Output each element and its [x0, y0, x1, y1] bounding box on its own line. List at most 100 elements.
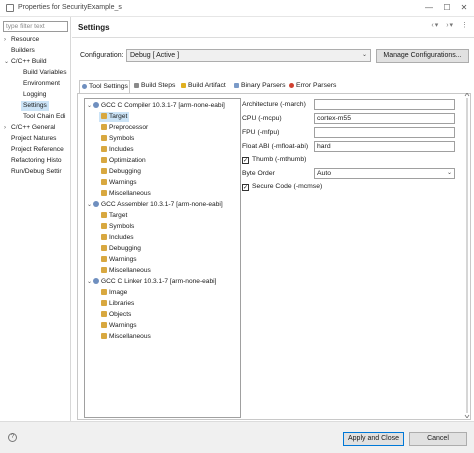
- tab-binary-parsers[interactable]: Binary Parsers: [232, 80, 286, 93]
- manage-configurations-button[interactable]: Manage Configurations...: [376, 49, 469, 63]
- more-options-icon[interactable]: ⋮: [461, 22, 468, 29]
- scroll-up-icon[interactable]: [464, 93, 470, 97]
- tree-item-label: Miscellaneous: [109, 267, 151, 274]
- back-menu-icon[interactable]: ▾: [435, 22, 439, 29]
- nav-item-environment[interactable]: Environment: [23, 79, 70, 89]
- secure-code-option[interactable]: ✓ Secure Code (-mcmse): [242, 183, 322, 191]
- option-category-icon: [101, 333, 107, 339]
- tree-item-linker-miscellaneous[interactable]: Miscellaneous: [101, 332, 151, 342]
- cancel-button[interactable]: Cancel: [409, 432, 467, 446]
- nav-item-resource[interactable]: › Resource: [4, 35, 70, 45]
- thumb-checkbox[interactable]: ✓: [242, 157, 249, 164]
- forward-icon[interactable]: ›: [446, 22, 448, 29]
- tree-item-label: Warnings: [109, 256, 137, 263]
- back-icon[interactable]: ‹: [431, 22, 433, 29]
- option-category-icon: [101, 168, 107, 174]
- tree-item-linker-image[interactable]: Image: [101, 288, 127, 298]
- tree-item-assembler-miscellaneous[interactable]: Miscellaneous: [101, 266, 151, 276]
- scrollbar-track[interactable]: [466, 98, 468, 413]
- fpu-field[interactable]: [314, 127, 455, 138]
- chevron-down-icon[interactable]: ⌄: [87, 277, 93, 287]
- tree-group-assembler[interactable]: ⌄ GCC Assembler 10.3.1-7 [arm-none-eabi]: [87, 200, 223, 210]
- tree-item-assembler-symbols[interactable]: Symbols: [101, 222, 134, 232]
- nav-item-cpp-build[interactable]: ⌄ C/C++ Build: [4, 57, 70, 67]
- tool-icon: [93, 278, 99, 284]
- nav-item-builders[interactable]: Builders: [4, 46, 70, 56]
- tab-label: Error Parsers: [296, 82, 337, 89]
- chevron-down-icon[interactable]: ⌄: [87, 200, 93, 210]
- tree-item-compiler-preprocessor[interactable]: Preprocessor: [101, 123, 148, 133]
- nav-item-run-debug-settings[interactable]: Run/Debug Settir: [4, 167, 70, 177]
- byte-order-select[interactable]: Auto ⌄: [314, 168, 455, 179]
- maximize-icon[interactable]: ☐: [442, 3, 452, 13]
- apply-and-close-button[interactable]: Apply and Close: [343, 432, 404, 446]
- thumb-option[interactable]: ✓ Thumb (-mthumb): [242, 156, 306, 164]
- chevron-down-icon[interactable]: ⌄: [4, 57, 11, 67]
- tree-item-label: Debugging: [109, 245, 141, 252]
- chevron-down-icon[interactable]: ⌄: [87, 101, 93, 111]
- tree-group-compiler[interactable]: ⌄ GCC C Compiler 10.3.1-7 [arm-none-eabi]: [87, 101, 225, 111]
- option-category-icon: [101, 146, 107, 152]
- help-icon[interactable]: ?: [8, 433, 17, 442]
- tab-label: Build Artifact: [188, 82, 226, 89]
- tree-item-compiler-miscellaneous[interactable]: Miscellaneous: [101, 189, 151, 199]
- tree-item-compiler-symbols[interactable]: Symbols: [101, 134, 134, 144]
- option-category-icon: [101, 135, 107, 141]
- tree-item-compiler-optimization[interactable]: Optimization: [101, 156, 146, 166]
- option-category-icon: [101, 124, 107, 130]
- secure-code-checkbox[interactable]: ✓: [242, 184, 249, 191]
- nav-item-logging[interactable]: Logging: [23, 90, 70, 100]
- tree-item-compiler-includes[interactable]: Includes: [101, 145, 134, 155]
- option-category-icon: [101, 322, 107, 328]
- tree-item-assembler-warnings[interactable]: Warnings: [101, 255, 137, 265]
- thumb-label: Thumb (-mthumb): [252, 156, 307, 163]
- forward-menu-icon[interactable]: ▾: [450, 22, 454, 29]
- filter-input[interactable]: type filter text: [3, 21, 68, 32]
- configuration-select[interactable]: Debug [ Active ] ⌄: [126, 49, 371, 62]
- tree-group-linker[interactable]: ⌄ GCC C Linker 10.3.1-7 [arm-none-eabi]: [87, 277, 216, 287]
- cpu-label: CPU (-mcpu): [242, 115, 282, 122]
- tree-item-compiler-target[interactable]: Target: [99, 112, 130, 122]
- chevron-right-icon[interactable]: ›: [4, 35, 11, 45]
- option-category-icon: [101, 311, 107, 317]
- tree-item-assembler-target[interactable]: Target: [101, 211, 127, 221]
- scroll-down-icon[interactable]: [464, 414, 470, 418]
- tree-item-assembler-includes[interactable]: Includes: [101, 233, 134, 243]
- tree-item-label: Miscellaneous: [109, 333, 151, 340]
- tree-item-assembler-debugging[interactable]: Debugging: [101, 244, 141, 254]
- tree-item-label: Symbols: [109, 223, 135, 230]
- tab-tool-settings[interactable]: Tool Settings: [79, 80, 130, 93]
- option-category-icon: [101, 179, 107, 185]
- tab-build-artifact[interactable]: Build Artifact: [179, 80, 231, 93]
- minimize-icon[interactable]: —: [424, 3, 434, 13]
- tree-item-linker-warnings[interactable]: Warnings: [101, 321, 137, 331]
- float-abi-label: Float ABI (-mfloat-abi): [242, 143, 309, 150]
- vertical-scrollbar[interactable]: [464, 93, 470, 418]
- tree-item-label: Libraries: [109, 300, 135, 307]
- tab-build-steps[interactable]: Build Steps: [132, 80, 180, 93]
- nav-item-settings[interactable]: Settings: [21, 101, 49, 111]
- float-abi-field[interactable]: hard: [314, 141, 455, 152]
- nav-item-tool-chain-editor[interactable]: Tool Chain Edi: [23, 112, 70, 122]
- tree-item-linker-libraries[interactable]: Libraries: [101, 299, 134, 309]
- chevron-right-icon[interactable]: ›: [4, 123, 11, 133]
- tab-label: Binary Parsers: [241, 82, 286, 89]
- byte-order-value: Auto: [317, 170, 331, 177]
- tab-error-parsers[interactable]: Error Parsers: [287, 80, 342, 93]
- nav-item-build-variables[interactable]: Build Variables: [23, 68, 70, 78]
- tree-item-compiler-debugging[interactable]: Debugging: [101, 167, 141, 177]
- tree-item-label: Target: [109, 113, 128, 120]
- dialog-button-bar: ? Apply and Close Cancel: [0, 421, 474, 453]
- nav-item-project-natures[interactable]: Project Natures: [4, 134, 70, 144]
- nav-item-project-references[interactable]: Project Reference: [4, 145, 70, 155]
- close-icon[interactable]: ✕: [459, 3, 469, 13]
- tree-item-compiler-warnings[interactable]: Warnings: [101, 178, 137, 188]
- cpu-field[interactable]: cortex-m55: [314, 113, 455, 124]
- tree-item-linker-objects[interactable]: Objects: [101, 310, 131, 320]
- architecture-field[interactable]: [314, 99, 455, 110]
- tool-icon: [93, 102, 99, 108]
- byte-order-label: Byte Order: [242, 170, 275, 177]
- nav-item-cpp-general[interactable]: › C/C++ General: [4, 123, 70, 133]
- nav-item-label: Tool Chain Edi: [23, 113, 66, 120]
- nav-item-refactoring-history[interactable]: Refactoring Histo: [4, 156, 70, 166]
